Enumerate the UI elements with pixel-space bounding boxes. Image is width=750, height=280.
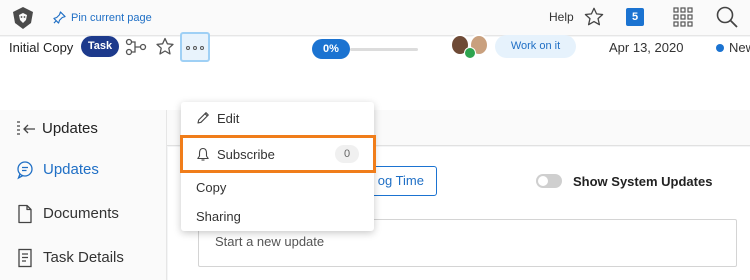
approved-check-icon: [464, 47, 476, 59]
hierarchy-icon[interactable]: [125, 37, 147, 57]
pin-icon: [53, 11, 66, 24]
system-updates-label: Show System Updates: [573, 174, 713, 189]
task-type-badge: Task: [81, 36, 119, 57]
sidebar-item-documents[interactable]: Documents: [0, 192, 167, 236]
pin-current-page-link[interactable]: Pin current page: [53, 11, 152, 24]
collapse-panel-icon[interactable]: [16, 120, 36, 138]
favorites-star-icon[interactable]: [583, 6, 605, 28]
menu-item-label: Edit: [217, 111, 240, 126]
notifications-badge[interactable]: 5: [626, 8, 644, 26]
highlight-frame: [180, 135, 376, 173]
more-dot-icon: [200, 46, 204, 50]
menu-item-label: Copy: [196, 180, 227, 195]
pencil-icon: [197, 112, 209, 124]
update-placeholder: Start a new update: [215, 234, 325, 249]
menu-item-edit[interactable]: Edit: [181, 104, 374, 132]
status-dot-icon: [716, 43, 724, 52]
status-badge[interactable]: Work on it: [495, 35, 576, 58]
progress-percent[interactable]: 0%: [312, 39, 350, 59]
task-favorite-star-icon[interactable]: [155, 37, 175, 57]
help-link[interactable]: Help: [549, 10, 574, 24]
menu-item-copy[interactable]: Copy: [181, 173, 374, 201]
condition-label: New: [729, 40, 750, 55]
more-options-button[interactable]: [180, 32, 210, 62]
apps-grid-icon[interactable]: [673, 7, 693, 27]
sidebar-item-label: Documents: [43, 205, 119, 222]
sidebar-item-label: Task Details: [43, 249, 124, 266]
details-icon: [18, 248, 32, 268]
section-title: Updates: [42, 120, 98, 137]
sidebar-item-updates[interactable]: Updates: [0, 148, 167, 192]
system-updates-toggle[interactable]: [536, 174, 562, 188]
task-title: Initial Copy: [9, 40, 74, 55]
chat-bubble-icon: [17, 161, 33, 180]
more-dot-icon: [186, 46, 190, 50]
more-dot-icon: [193, 46, 197, 50]
pin-label: Pin current page: [71, 11, 152, 24]
menu-item-label: Sharing: [196, 209, 241, 224]
lion-logo-icon[interactable]: [11, 6, 35, 30]
condition-indicator[interactable]: New: [716, 40, 750, 55]
sidebar-item-label: Updates: [43, 161, 99, 178]
due-date[interactable]: Apr 13, 2020: [609, 40, 683, 55]
sidebar-item-task-details[interactable]: Task Details: [0, 236, 167, 280]
menu-item-sharing[interactable]: Sharing: [181, 202, 374, 230]
progress-bar[interactable]: [350, 48, 418, 51]
document-icon: [18, 204, 32, 224]
search-icon[interactable]: [715, 5, 739, 29]
